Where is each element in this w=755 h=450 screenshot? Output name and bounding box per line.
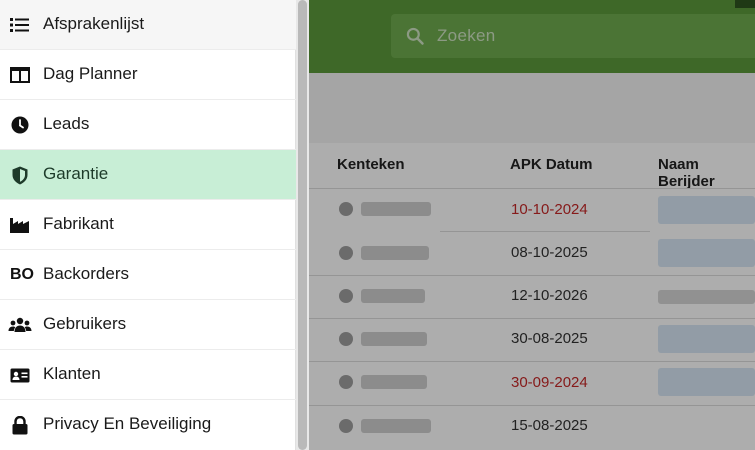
menu-item-label: Leads (43, 114, 90, 133)
menu-item-label: Dag Planner (43, 64, 138, 83)
factory-icon (8, 213, 32, 237)
menu-item-afsprakenlijst[interactable]: Afsprakenlijst (0, 0, 296, 50)
menu-item-backorders[interactable]: BO Backorders (0, 250, 296, 300)
list-icon (8, 13, 32, 37)
menu-item-label: Garantie (43, 164, 109, 183)
clock-icon (8, 113, 32, 137)
menu-item-klanten[interactable]: Klanten (0, 350, 296, 400)
menu-item-label: Klanten (43, 364, 101, 383)
menu-item-label: Backorders (43, 264, 129, 283)
menu-item-label: Fabrikant (43, 214, 114, 233)
shield-icon (8, 163, 32, 187)
menu-item-gebruikers[interactable]: Gebruikers (0, 300, 296, 350)
lock-icon (8, 413, 32, 437)
menu-item-garantie[interactable]: Garantie (0, 150, 296, 200)
drawer-scrollbar-thumb[interactable] (298, 0, 307, 450)
menu-item-fabrikant[interactable]: Fabrikant (0, 200, 296, 250)
menu-item-label: Privacy En Beveiliging (43, 414, 212, 433)
columns-icon (8, 63, 32, 87)
modal-backdrop[interactable] (296, 0, 755, 450)
menu-item-label: Gebruikers (43, 314, 127, 333)
menu-item-privacy-en-beveiliging[interactable]: Privacy En Beveiliging (0, 400, 296, 450)
menu-item-label: Afsprakenlijst (43, 14, 145, 33)
users-icon (8, 313, 32, 337)
menu-item-leads[interactable]: Leads (0, 100, 296, 150)
menu-item-dag-planner[interactable]: Dag Planner (0, 50, 296, 100)
backorders-icon: BO (10, 266, 34, 283)
id-card-icon (8, 363, 32, 387)
navigation-drawer: Afsprakenlijst Dag Planner Leads Garanti… (0, 0, 296, 450)
